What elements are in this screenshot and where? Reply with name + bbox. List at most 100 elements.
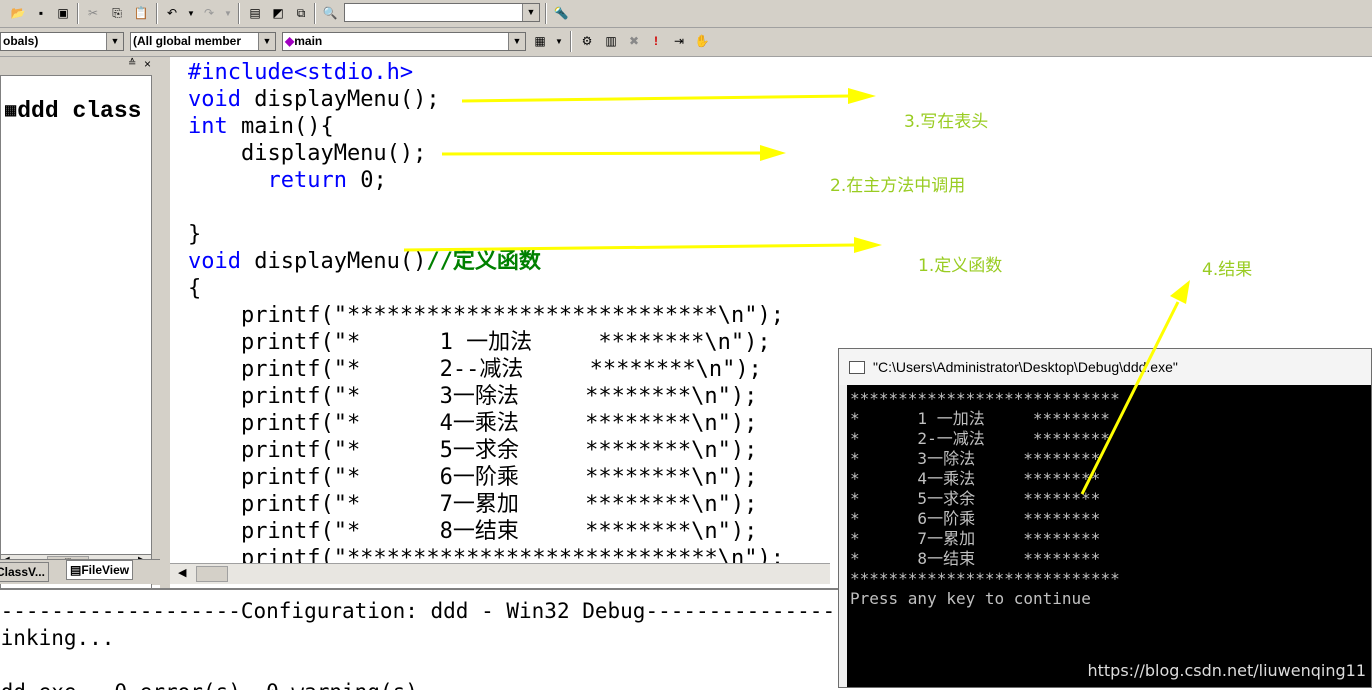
toolbar-separator	[156, 3, 158, 24]
tree-item-label: ddd class	[17, 98, 142, 124]
toolbar-separator	[77, 3, 79, 24]
code-text: displayMenu();	[240, 87, 440, 112]
editor-horizontal-scrollbar[interactable]: ◀	[170, 563, 830, 584]
chevron-down-icon[interactable]: ▼	[106, 33, 123, 50]
search-help-icon[interactable]: 🔦	[551, 3, 571, 23]
code-line[interactable]: printf("****************************\n")…	[188, 303, 784, 328]
tree-item-ddd-classes[interactable]: ▦ddd class	[4, 98, 141, 124]
wizard-action-dropdown-icon[interactable]: ▼	[549, 31, 569, 51]
console-line: ****************************	[850, 389, 1120, 408]
tab-classview-label: ClassV...	[0, 565, 45, 579]
find-in-files-icon[interactable]: 🔍	[320, 3, 340, 23]
code-line[interactable]: printf("* 8一结束 ********\n");	[188, 519, 757, 544]
scroll-left-icon[interactable]: ◀	[178, 566, 186, 579]
chevron-down-icon[interactable]: ▼	[522, 4, 539, 21]
members-filter-value: (All global member	[133, 34, 242, 48]
code-keyword: return	[267, 168, 347, 193]
close-icon[interactable]: ×	[144, 57, 151, 71]
function-value: main	[294, 34, 323, 48]
code-text: printf("* 6一阶乘 ********\n");	[188, 465, 758, 490]
console-window[interactable]: "C:\Users\Administrator\Desktop\Debug\dd…	[838, 348, 1372, 688]
source-code[interactable]: #include<stdio.h> void displayMenu(); in…	[188, 59, 784, 563]
code-keyword: int	[188, 114, 228, 139]
stop-build-icon[interactable]: ✖	[624, 31, 644, 51]
code-line[interactable]: return 0;	[188, 168, 386, 193]
class-scope-value: obals)	[3, 34, 39, 48]
chevron-down-icon[interactable]: ▼	[508, 33, 525, 50]
cut-icon[interactable]: ✂	[83, 3, 103, 23]
code-line[interactable]: printf("* 5一求余 ********\n");	[188, 438, 757, 463]
code-line[interactable]: int main(){	[188, 114, 334, 139]
code-text: }	[188, 222, 202, 247]
scroll-thumb[interactable]	[196, 566, 228, 582]
workspace-header: ≙ ×	[0, 57, 158, 73]
console-line: * 7一累加 ********	[850, 529, 1101, 548]
save-icon[interactable]: ▪	[31, 3, 51, 23]
code-line[interactable]: void displayMenu()//定义函数	[188, 249, 541, 274]
class-scope-combo[interactable]: obals) ▼	[0, 32, 124, 51]
code-keyword: #include<stdio.h>	[188, 60, 414, 85]
watermark-url: https://blog.csdn.net/liuwenqing11	[1087, 661, 1366, 680]
execute-icon[interactable]: !	[646, 31, 666, 51]
tab-classview[interactable]: ClassV...	[0, 562, 49, 582]
code-line[interactable]: printf("* 7一累加 ********\n");	[188, 492, 757, 517]
code-line[interactable]: printf("* 6一阶乘 ********\n");	[188, 465, 757, 490]
code-line[interactable]: printf("* 4一乘法 ********\n");	[188, 411, 757, 436]
classes-folder-icon: ▦	[4, 103, 18, 120]
code-line[interactable]: {	[188, 276, 201, 301]
undo-dropdown-icon[interactable]: ▼	[181, 3, 201, 23]
console-line: * 1 一加法 ********	[850, 409, 1110, 428]
code-text: printf("* 5一求余 ********\n");	[188, 438, 758, 463]
code-text: printf("* 7一累加 ********\n");	[188, 492, 758, 517]
function-diamond-icon: ◆	[285, 34, 295, 48]
console-line: * 8一结束 ********	[850, 549, 1101, 568]
go-icon[interactable]: ⇥	[669, 31, 689, 51]
dock-grip-icon[interactable]: ≙	[128, 58, 136, 69]
members-filter-combo[interactable]: (All global member ▼	[130, 32, 276, 51]
code-text: displayMenu()	[240, 249, 427, 274]
standard-toolbar: 📂 ▪ ▣ ✂ ⎘ 📋 ↶ ▼ ↷ ▼ ▤ ◩ ⧉ 🔍 ▼ 🔦	[0, 0, 1372, 28]
redo-dropdown-icon[interactable]: ▼	[218, 3, 238, 23]
breakpoint-hand-icon[interactable]: ✋	[692, 31, 712, 51]
window-list-icon[interactable]: ⧉	[291, 3, 311, 23]
code-line[interactable]: printf("* 1 一加法 ********\n");	[188, 330, 771, 355]
console-titlebar[interactable]: "C:\Users\Administrator\Desktop\Debug\dd…	[839, 349, 1371, 385]
chevron-down-icon[interactable]: ▼	[258, 33, 275, 50]
output-window-icon[interactable]: ◩	[268, 3, 288, 23]
code-line[interactable]: void displayMenu();	[188, 87, 440, 112]
console-title: "C:\Users\Administrator\Desktop\Debug\dd…	[873, 359, 1178, 375]
wizard-action-icon[interactable]: ▦	[530, 31, 550, 51]
undo-icon[interactable]: ↶	[162, 3, 182, 23]
console-line: Press any key to continue	[850, 589, 1091, 608]
function-combo[interactable]: ◆main ▼	[282, 32, 526, 51]
code-keyword: void	[188, 87, 241, 112]
output-line: --------------------Configuration: ddd -…	[0, 599, 899, 623]
tab-fileview[interactable]: ▤FileView	[66, 560, 134, 580]
code-line[interactable]: printf("* 3一除法 ********\n");	[188, 384, 757, 409]
pane-splitter[interactable]	[160, 57, 170, 588]
find-combo[interactable]: ▼	[344, 3, 540, 22]
annotation-result: 4.结果	[1202, 260, 1253, 280]
output-line: ddd.exe - 0 error(s), 0 warning(s)	[0, 680, 418, 690]
annotation-header-declaration: 3.写在表头	[904, 112, 989, 132]
redo-icon[interactable]: ↷	[199, 3, 219, 23]
annotation-main-call: 2.在主方法中调用	[830, 176, 966, 196]
code-line[interactable]: }	[188, 222, 201, 247]
console-app-icon	[849, 361, 865, 374]
code-text: {	[188, 276, 202, 301]
code-line[interactable]: #include<stdio.h>	[188, 60, 413, 85]
code-text: printf("* 1 一加法 ********\n");	[188, 330, 771, 355]
code-line[interactable]: displayMenu();	[188, 141, 426, 166]
open-folder-icon[interactable]: 📂	[8, 3, 28, 23]
code-text: printf("* 2--减法 ********\n");	[188, 357, 762, 382]
build-icon[interactable]: ▥	[601, 31, 621, 51]
class-tree[interactable]: ▦ddd class ◀ ||| ▶	[0, 75, 152, 593]
copy-icon[interactable]: ⎘	[107, 3, 127, 23]
compile-icon[interactable]: ⚙	[577, 31, 597, 51]
save-all-icon[interactable]: ▣	[53, 3, 73, 23]
console-line: * 2-一减法 ********	[850, 429, 1110, 448]
paste-icon[interactable]: 📋	[131, 3, 151, 23]
code-line[interactable]: printf("****************************\n")…	[188, 546, 784, 563]
code-line[interactable]: printf("* 2--减法 ********\n");	[188, 357, 762, 382]
workspace-window-icon[interactable]: ▤	[245, 3, 265, 23]
